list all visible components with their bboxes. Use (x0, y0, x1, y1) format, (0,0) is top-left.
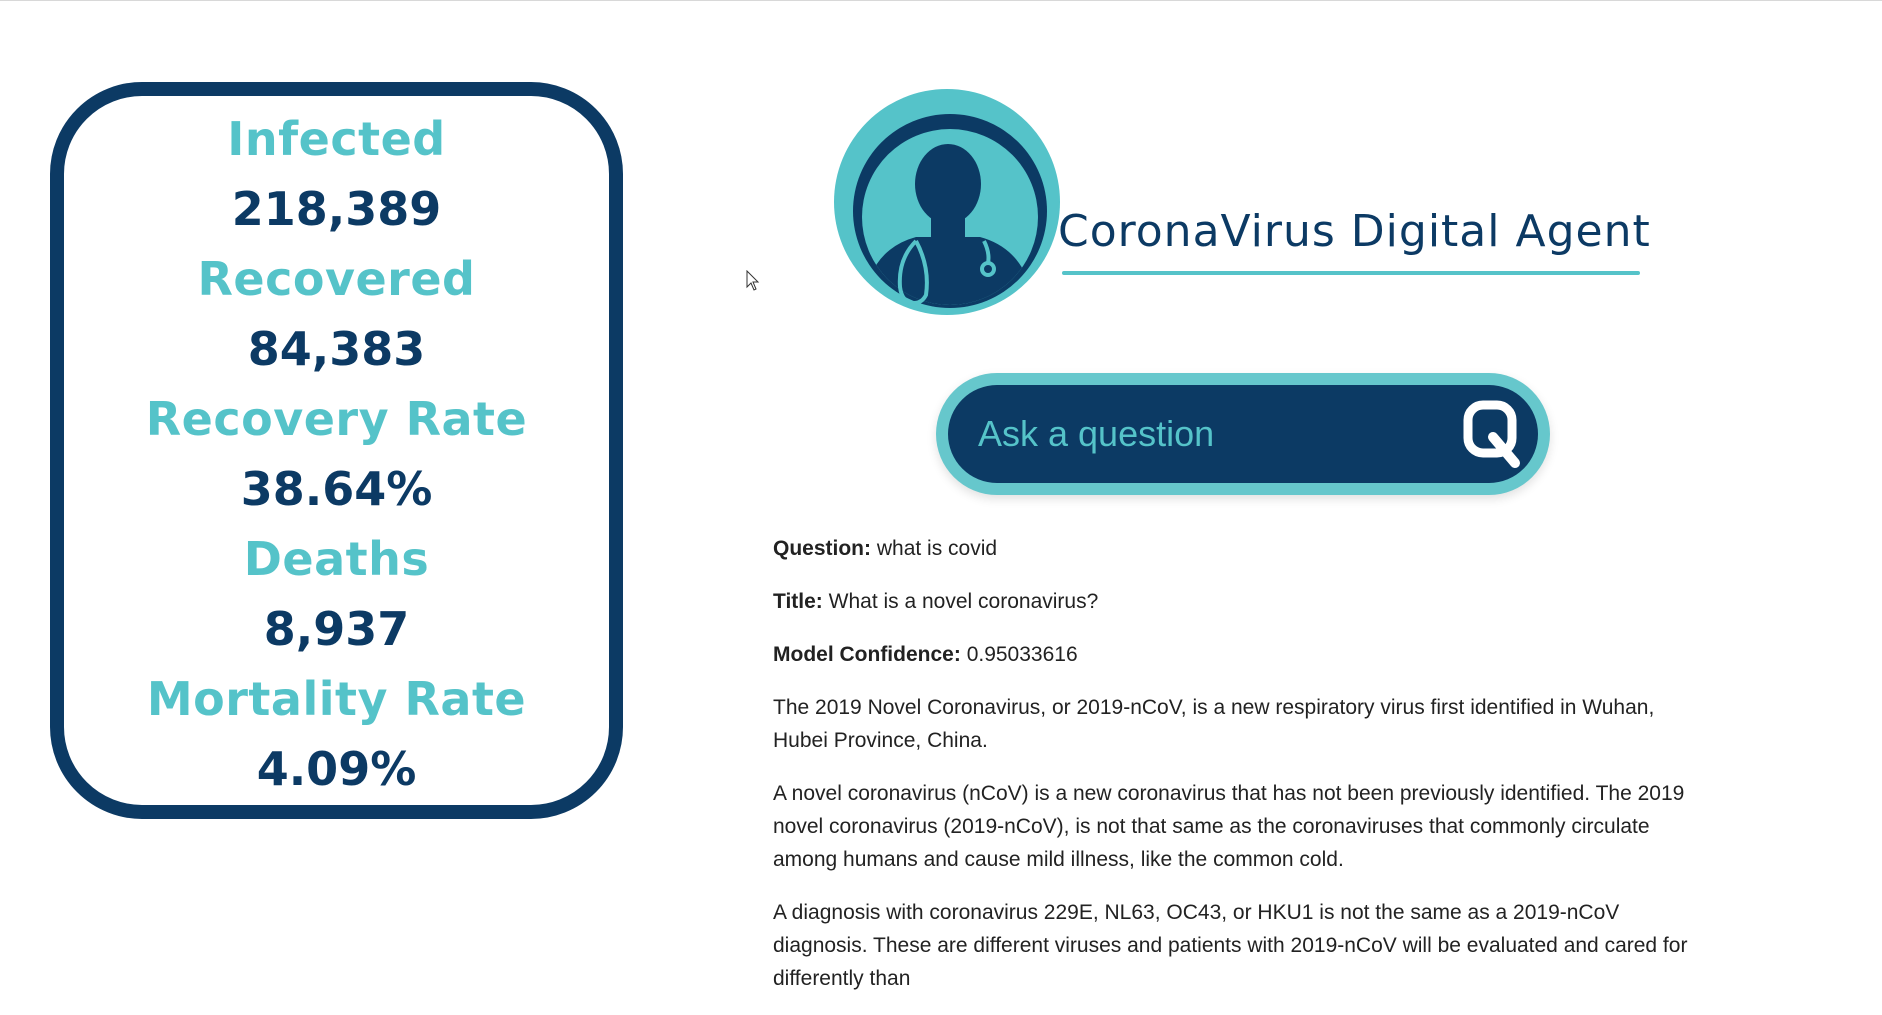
answer-paragraph: A novel coronavirus (nCoV) is a new coro… (773, 782, 1685, 871)
stat-recovered: Recovered 84,383 (64, 256, 609, 396)
stat-label: Mortality Rate (146, 672, 527, 726)
stat-recovery-rate: Recovery Rate 38.64% (64, 396, 609, 536)
question-label: Question: (773, 537, 871, 560)
top-border (0, 0, 1882, 1)
q-search-icon[interactable] (1463, 399, 1523, 469)
search-input[interactable] (978, 405, 1418, 463)
search-bar (936, 373, 1550, 495)
stats-card: Infected 218,389 Recovered 84,383 Recove… (50, 82, 623, 819)
confidence-label: Model Confidence: (773, 643, 961, 666)
stat-mortality-rate: Mortality Rate 4.09% (64, 676, 609, 816)
answer-panel: Question: what is covid Title: What is a… (773, 532, 1713, 1015)
stat-deaths: Deaths 8,937 (64, 536, 609, 676)
title-value: What is a novel coronavirus? (828, 590, 1099, 613)
title-label: Title: (773, 590, 823, 613)
stat-value: 218,389 (231, 182, 442, 236)
stat-label: Recovered (197, 252, 476, 306)
stat-label: Deaths (243, 532, 430, 586)
confidence-line: Model Confidence: 0.95033616 (773, 638, 1713, 671)
confidence-value: 0.95033616 (966, 643, 1078, 666)
stat-label: Infected (227, 112, 446, 166)
stat-value: 84,383 (247, 322, 426, 376)
mouse-cursor-icon (746, 270, 760, 291)
question-value: what is covid (876, 537, 998, 560)
stat-label: Recovery Rate (145, 392, 528, 446)
stat-infected: Infected 218,389 (64, 116, 609, 256)
app-title: CoronaVirus Digital Agent (1058, 206, 1651, 257)
stat-value: 4.09% (256, 742, 417, 796)
title-underline (1062, 271, 1640, 275)
doctor-avatar-icon (834, 89, 1060, 315)
stat-value: 38.64% (240, 462, 433, 516)
question-line: Question: what is covid (773, 532, 1713, 565)
stat-value: 8,937 (263, 602, 410, 656)
answer-paragraph: A diagnosis with coronavirus 229E, NL63,… (773, 901, 1688, 990)
search-bar-inner (948, 385, 1538, 483)
answer-paragraph: The 2019 Novel Coronavirus, or 2019-nCoV… (773, 696, 1655, 752)
title-line: Title: What is a novel coronavirus? (773, 585, 1713, 618)
